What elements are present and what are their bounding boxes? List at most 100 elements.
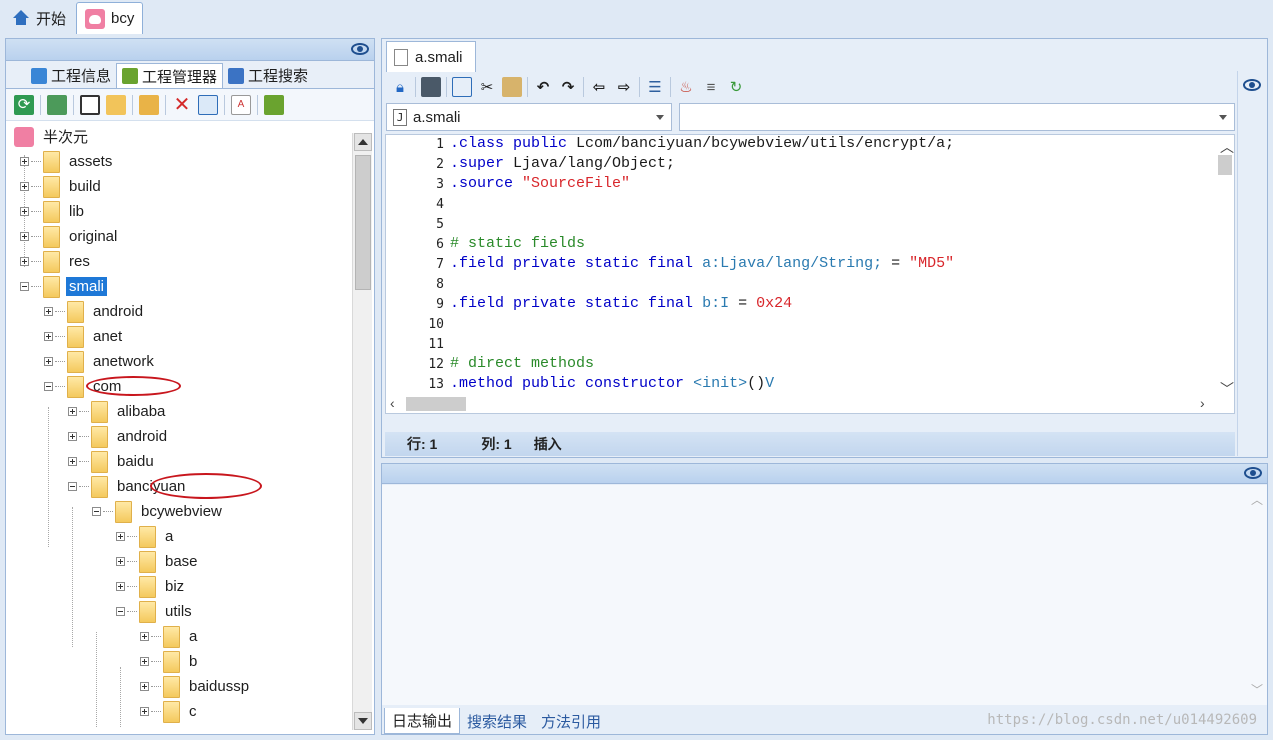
tree-connector	[127, 536, 137, 537]
expand-icon[interactable]	[116, 582, 125, 591]
back-icon[interactable]: ⇦	[589, 77, 609, 97]
tree-item[interactable]: b	[140, 649, 200, 674]
tree-item[interactable]: bcywebview	[92, 499, 225, 524]
tree-item[interactable]: a	[140, 624, 200, 649]
cut-icon[interactable]: ✂	[477, 77, 497, 97]
code-scroll-thumb[interactable]	[1218, 155, 1232, 175]
collapse-icon[interactable]	[44, 382, 53, 391]
open-folder-icon[interactable]	[139, 94, 159, 115]
forward-icon[interactable]: ⇨	[614, 77, 634, 97]
expand-icon[interactable]	[44, 357, 53, 366]
lock-icon[interactable]: 🔒︎	[390, 77, 410, 97]
copy-icon[interactable]	[452, 77, 472, 97]
code-horizontal-scrollbar[interactable]: ‹ ›	[386, 395, 1218, 413]
expand-icon[interactable]	[20, 207, 29, 216]
code-vertical-scrollbar[interactable]: ︿ ﹀	[1216, 135, 1234, 397]
expand-icon[interactable]	[20, 157, 29, 166]
collapse-icon[interactable]	[68, 482, 77, 491]
refresh-icon[interactable]: ⟳	[14, 94, 34, 115]
tree-item[interactable]: anetwork	[44, 349, 157, 374]
tree-item[interactable]: build	[20, 174, 104, 199]
expand-icon[interactable]	[68, 432, 77, 441]
tab-start[interactable]: 开始	[4, 2, 74, 34]
scroll-down-button[interactable]	[354, 712, 372, 730]
code-editor[interactable]: 1234567891011121314 .class public Lcom/b…	[385, 134, 1235, 414]
tab-search-results[interactable]: 搜索结果	[460, 708, 534, 734]
undo-icon[interactable]: ↶	[533, 77, 553, 97]
tree-item[interactable]: baidussp	[140, 674, 252, 699]
tab-bcy[interactable]: bcy	[76, 2, 144, 34]
pdf-icon[interactable]: A	[231, 94, 251, 115]
chevron-right-icon[interactable]: ›	[1200, 395, 1205, 411]
scroll-up-button[interactable]	[354, 133, 372, 151]
tab-start-label: 开始	[36, 10, 67, 28]
tab-method-references[interactable]: 方法引用	[534, 708, 608, 734]
list-icon[interactable]: ≡	[701, 77, 721, 97]
expand-icon[interactable]	[44, 332, 53, 341]
expand-icon[interactable]	[140, 682, 149, 691]
output-scrollbar[interactable]: ︿ ﹀	[1247, 491, 1265, 701]
window-icon[interactable]	[80, 94, 100, 115]
find-folder-icon[interactable]	[106, 94, 126, 115]
expand-icon[interactable]	[20, 257, 29, 266]
editor-tab-a-smali[interactable]: a.smali	[386, 41, 476, 72]
paste-icon[interactable]	[502, 77, 522, 97]
tree-item[interactable]: alibaba	[68, 399, 168, 424]
chevron-down-icon[interactable]: ﹀	[1251, 681, 1263, 698]
output-content[interactable]: ︿ ﹀	[382, 485, 1267, 705]
tree-item[interactable]: a	[116, 524, 176, 549]
expand-icon[interactable]	[20, 232, 29, 241]
tab-project-search[interactable]: 工程搜索	[223, 63, 313, 88]
tree-item[interactable]: anet	[44, 324, 125, 349]
tab-log-output[interactable]: 日志输出	[384, 708, 461, 734]
android-build-icon[interactable]	[264, 94, 284, 115]
redo-icon[interactable]: ↷	[558, 77, 578, 97]
expand-icon[interactable]	[116, 557, 125, 566]
tree-item[interactable]: android	[68, 424, 170, 449]
chevron-down-icon[interactable]: ﹀	[1220, 379, 1234, 399]
tab-project-manager[interactable]: 工程管理器	[116, 63, 224, 88]
expand-icon[interactable]	[116, 532, 125, 541]
expand-icon[interactable]	[20, 182, 29, 191]
tree-item[interactable]: utils	[116, 599, 195, 624]
expand-icon[interactable]	[44, 307, 53, 316]
tree-item[interactable]: base	[116, 549, 201, 574]
eye-icon[interactable]	[1243, 79, 1261, 91]
tree-item[interactable]: biz	[116, 574, 187, 599]
tree-item[interactable]: res	[20, 249, 93, 274]
expand-icon[interactable]	[68, 407, 77, 416]
expand-icon[interactable]	[68, 457, 77, 466]
scroll-thumb[interactable]	[355, 155, 371, 290]
member-select[interactable]	[679, 103, 1235, 131]
chevron-up-icon[interactable]: ︿	[1220, 137, 1234, 157]
delete-icon[interactable]: ✕	[172, 95, 192, 115]
chevron-left-icon[interactable]: ‹	[390, 395, 395, 411]
java-icon[interactable]: ♨	[676, 77, 696, 97]
rename-icon[interactable]	[198, 94, 218, 115]
eye-icon[interactable]	[1244, 467, 1262, 479]
tree-root[interactable]: 半次元	[14, 127, 91, 149]
collapse-icon[interactable]	[20, 282, 29, 291]
tab-project-info[interactable]: 工程信息	[26, 63, 116, 88]
chevron-up-icon[interactable]: ︿	[1251, 491, 1263, 508]
tree-item[interactable]: assets	[20, 149, 115, 174]
tree-scrollbar[interactable]	[352, 133, 372, 730]
tree-item[interactable]: baidu	[68, 449, 157, 474]
tree-item[interactable]: c	[140, 699, 200, 724]
expand-icon[interactable]	[140, 632, 149, 641]
expand-icon[interactable]	[140, 707, 149, 716]
eye-icon[interactable]	[351, 43, 369, 55]
tree-item[interactable]: original	[20, 224, 120, 249]
code-hscroll-thumb[interactable]	[406, 397, 466, 411]
collapse-icon[interactable]	[92, 507, 101, 516]
collapse-icon[interactable]	[116, 607, 125, 616]
expand-icon[interactable]	[140, 657, 149, 666]
tree-item[interactable]: android	[44, 299, 146, 324]
run-icon[interactable]: ↻	[726, 77, 746, 97]
image-icon[interactable]	[47, 94, 67, 115]
save-icon[interactable]	[421, 77, 441, 97]
tree-item[interactable]: lib	[20, 199, 87, 224]
format-icon[interactable]: ☰	[645, 77, 665, 97]
file-select[interactable]: J a.smali	[386, 103, 672, 131]
tree-item[interactable]: smali	[20, 274, 108, 299]
